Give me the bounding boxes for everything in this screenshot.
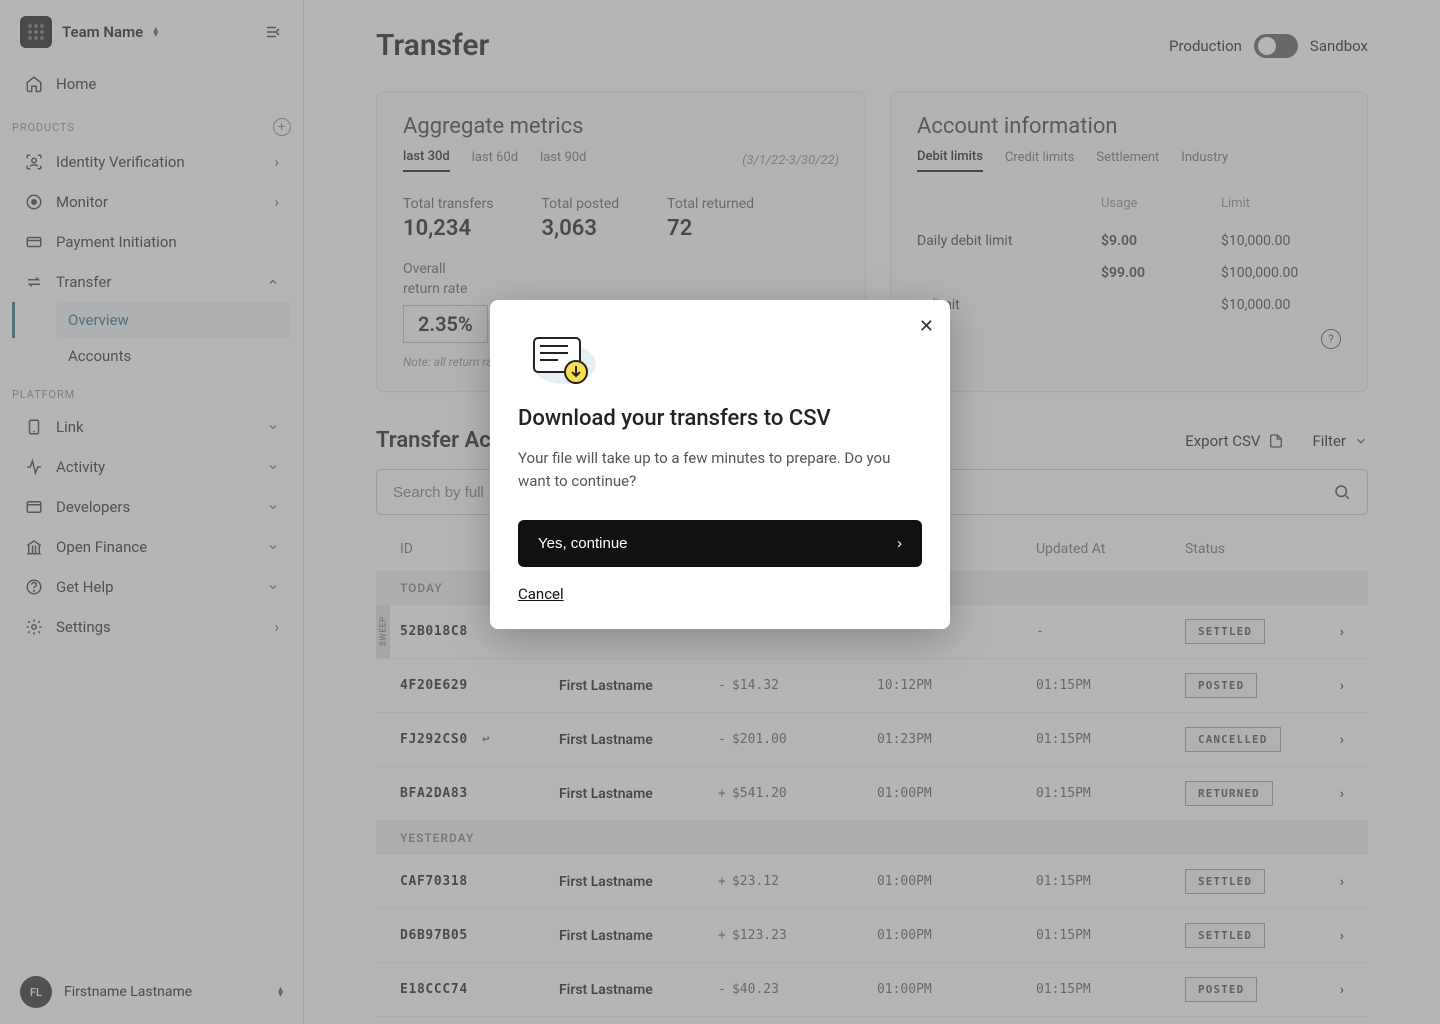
download-illustration-icon — [518, 328, 598, 388]
modal-overlay[interactable]: ✕ Download your transfers to CSV Your fi… — [0, 0, 1440, 1024]
export-csv-modal: ✕ Download your transfers to CSV Your fi… — [490, 300, 950, 629]
close-icon[interactable]: ✕ — [919, 316, 934, 337]
modal-cancel-button[interactable]: Cancel — [518, 585, 922, 603]
modal-title: Download your transfers to CSV — [518, 406, 922, 431]
modal-continue-button[interactable]: Yes, continue › — [518, 520, 922, 567]
modal-body: Your file will take up to a few minutes … — [518, 447, 922, 492]
chevron-right-icon: › — [897, 535, 902, 552]
